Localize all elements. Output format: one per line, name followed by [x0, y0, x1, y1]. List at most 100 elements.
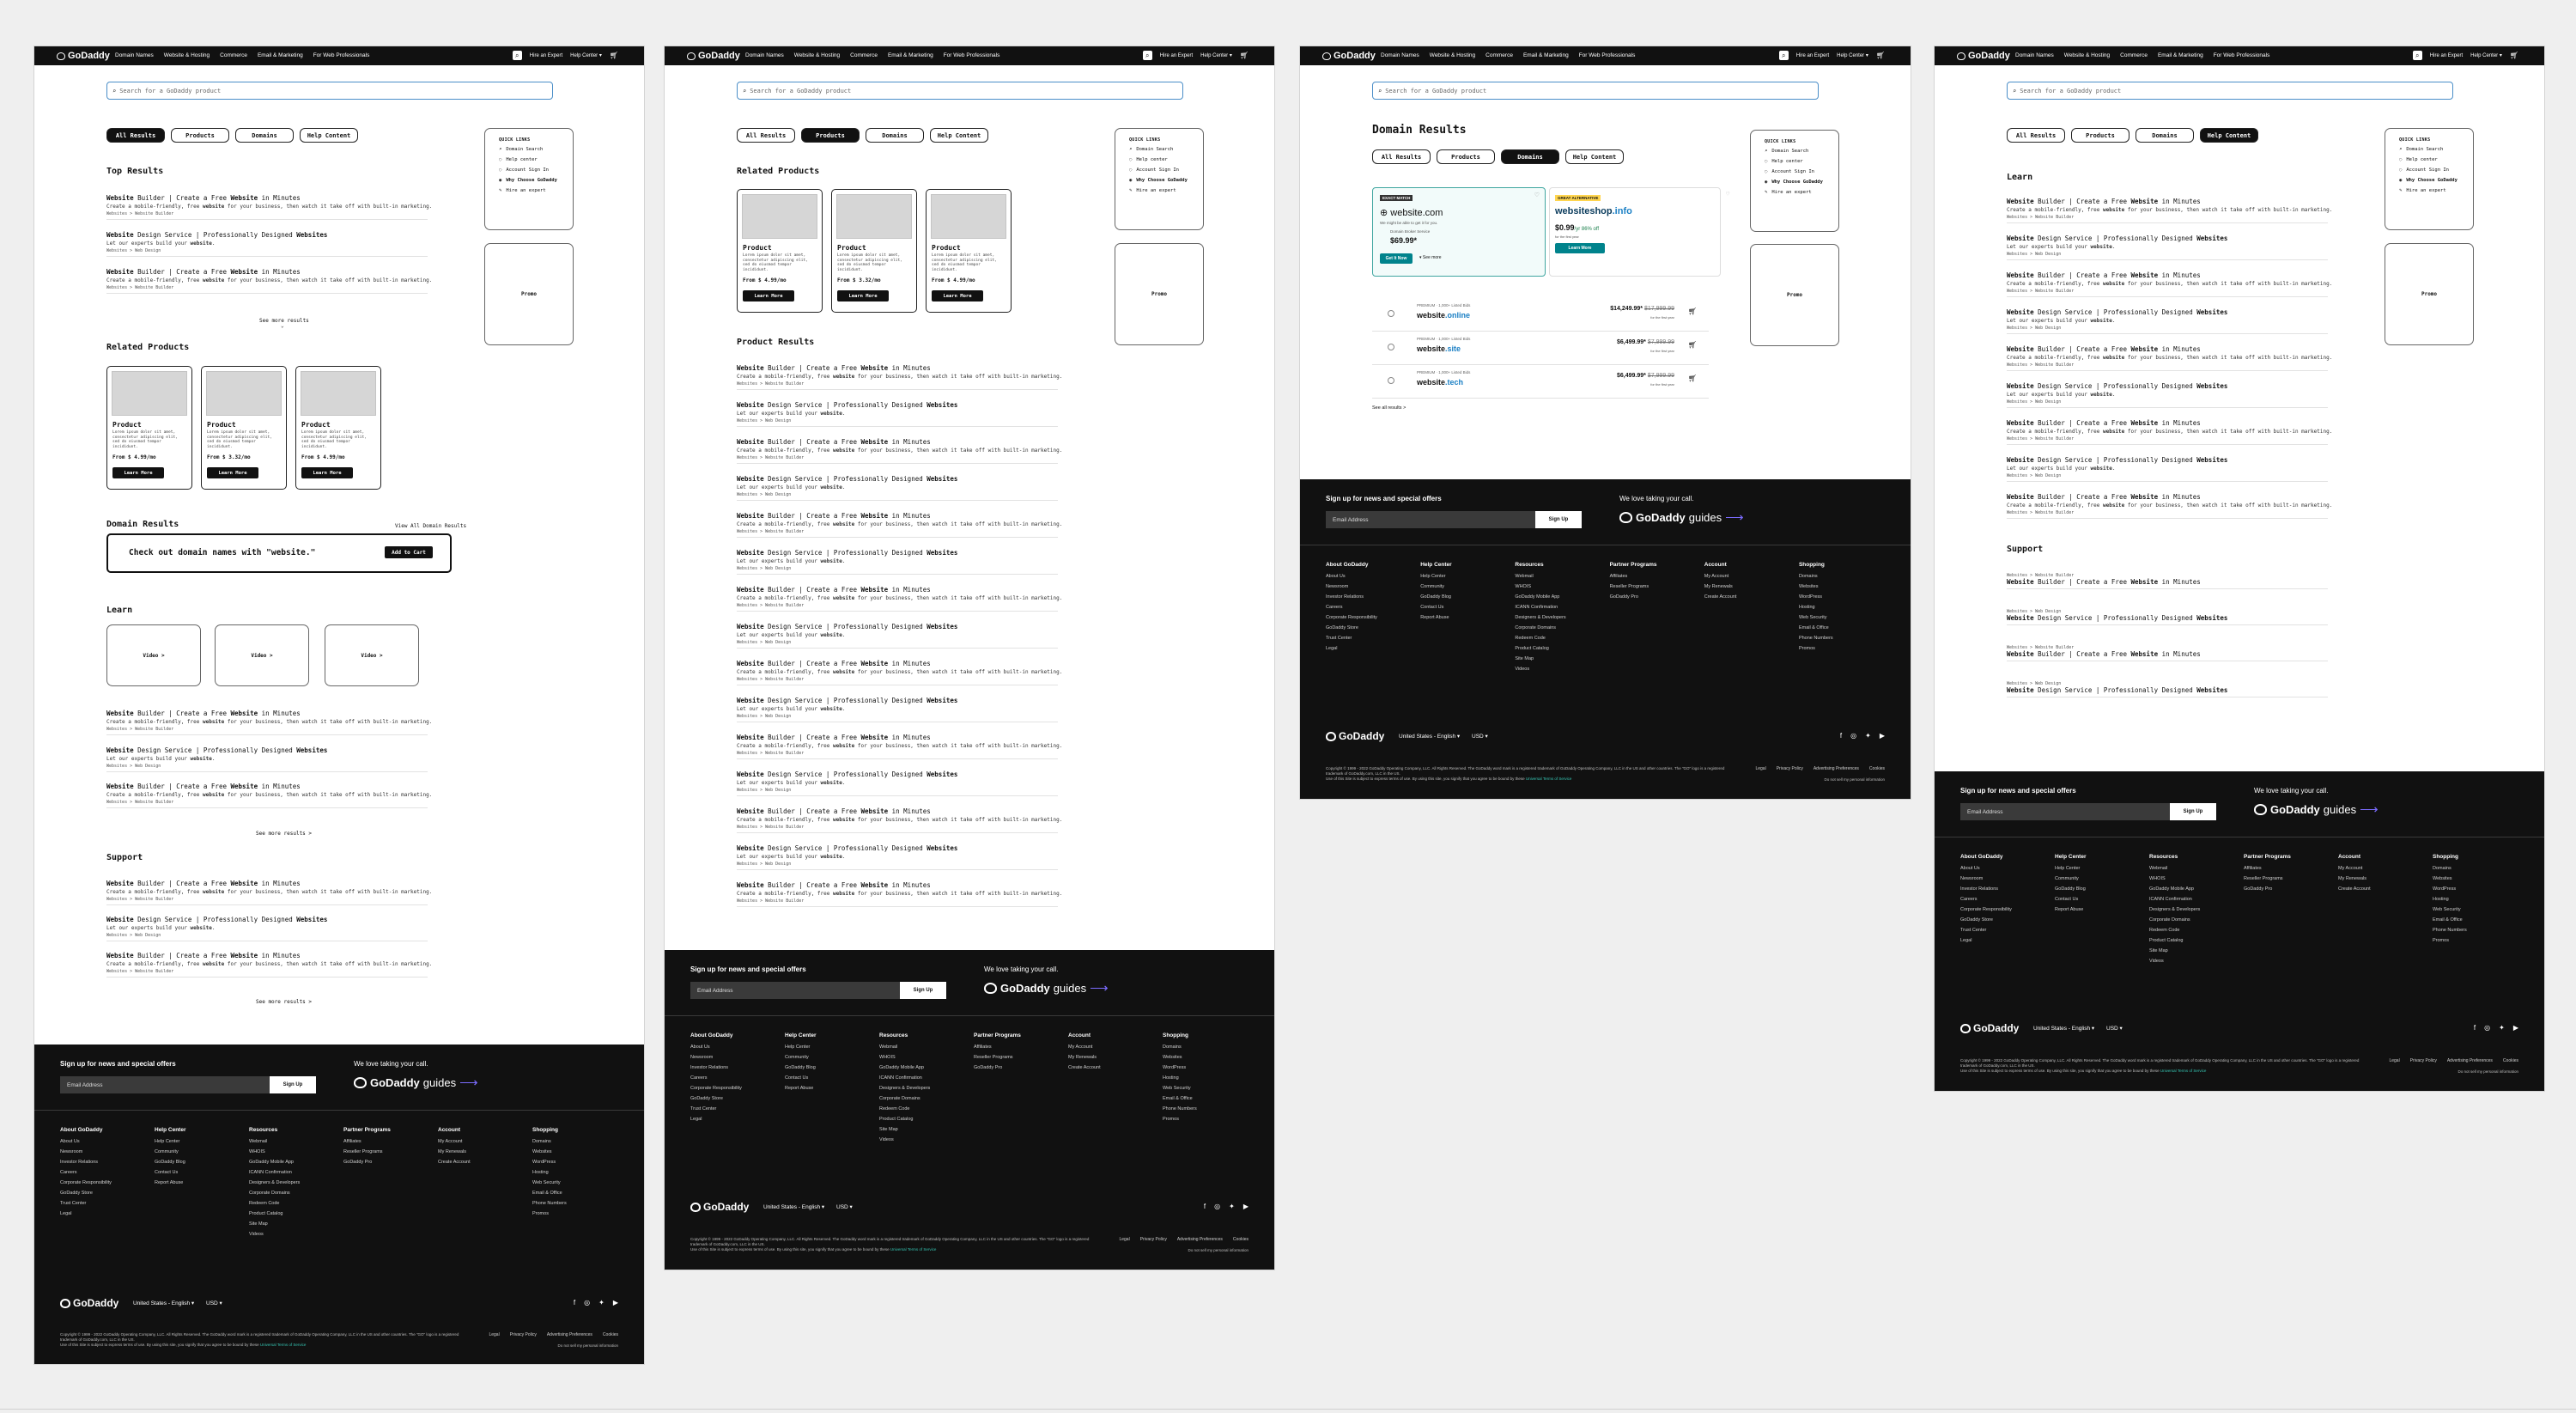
terms-link[interactable]: Universal Terms of Service: [2160, 1069, 2206, 1073]
email-field[interactable]: Email Address: [1960, 803, 2170, 820]
godaddy-logo[interactable]: GoDaddy: [1326, 730, 1384, 742]
result-item[interactable]: Website Builder | Create a Free Website …: [106, 783, 432, 808]
see-all-results-link[interactable]: See all results >: [1372, 405, 1406, 411]
nav-email-marketing[interactable]: Email & Marketing: [1523, 52, 1569, 58]
terms-link[interactable]: Universal Terms of Service: [1526, 777, 1571, 781]
result-item[interactable]: Website Builder | Create a Free Website …: [2007, 271, 2332, 297]
nav-help-center[interactable]: Help Center ▾: [570, 52, 602, 58]
video-card[interactable]: Video >: [325, 624, 419, 686]
search-icon[interactable]: ⌕: [512, 51, 522, 60]
result-item[interactable]: Website Builder | Create a Free Website …: [737, 807, 1062, 833]
result-item[interactable]: Website Builder | Create a Free Website …: [106, 268, 432, 294]
tab-products[interactable]: Products: [1437, 149, 1495, 164]
select-radio[interactable]: [1388, 310, 1394, 317]
quick-link-why-godaddy[interactable]: ◉ Why Choose GoDaddy: [1129, 178, 1203, 183]
nav-commerce[interactable]: Commerce: [1485, 52, 1513, 58]
result-item[interactable]: Website Design Service | Professionally …: [737, 623, 1058, 649]
nav-website-hosting[interactable]: Website & Hosting: [164, 52, 210, 58]
result-item[interactable]: Website Design Service | Professionally …: [737, 697, 1058, 722]
result-item[interactable]: Websites > Web Design Website Design Serv…: [2007, 607, 2328, 625]
select-radio[interactable]: [1388, 377, 1394, 384]
godaddy-logo[interactable]: GoDaddy: [690, 1201, 749, 1213]
quick-link-domain-search[interactable]: ⌕ Domain Search: [499, 147, 573, 152]
godaddy-guides-link[interactable]: GoDaddy guides ⟶: [2254, 801, 2379, 817]
youtube-icon[interactable]: ▶: [1880, 732, 1885, 740]
learn-more-button[interactable]: Learn More: [1555, 243, 1605, 253]
privacy-link[interactable]: Privacy Policy: [510, 1332, 537, 1337]
ad-preferences-link[interactable]: Advertising Preferences: [1177, 1237, 1223, 1242]
godaddy-logo[interactable]: GoDaddy: [1960, 1022, 2019, 1034]
nav-hire-expert[interactable]: Hire an Expert: [2430, 53, 2463, 58]
cart-icon[interactable]: 🛒︎: [2510, 52, 2518, 59]
promo-box[interactable]: Promo: [484, 243, 574, 345]
add-to-cart-icon[interactable]: 🛒︎: [1688, 341, 1697, 349]
twitter-icon[interactable]: ✦: [1865, 732, 1871, 740]
facebook-icon[interactable]: f: [574, 1299, 575, 1306]
youtube-icon[interactable]: ▶: [613, 1299, 618, 1306]
tab-help-content[interactable]: Help Content: [2200, 128, 2258, 143]
cookies-link[interactable]: Cookies: [1869, 766, 1885, 771]
locale-selector[interactable]: United States - English ▾: [763, 1203, 824, 1210]
tab-products[interactable]: Products: [801, 128, 860, 143]
add-to-cart-button[interactable]: Add to Cart: [385, 546, 433, 558]
cookies-link[interactable]: Cookies: [2503, 1058, 2518, 1063]
instagram-icon[interactable]: ◎: [2484, 1024, 2490, 1032]
result-item[interactable]: Website Design Service | Professionally …: [106, 746, 428, 772]
result-item[interactable]: Website Builder | Create a Free Website …: [2007, 419, 2332, 445]
quick-link-sign-in[interactable]: ◌ Account Sign In: [2399, 167, 2473, 173]
twitter-icon[interactable]: ✦: [1229, 1203, 1235, 1210]
nav-web-professionals[interactable]: For Web Professionals: [1579, 52, 1636, 58]
see-more-results-link[interactable]: See more results >: [256, 831, 312, 837]
nav-commerce[interactable]: Commerce: [2120, 52, 2148, 58]
add-to-cart-icon[interactable]: 🛒︎: [1688, 308, 1697, 315]
learn-more-button[interactable]: Learn More: [112, 467, 164, 478]
tab-help-content[interactable]: Help Content: [300, 128, 358, 143]
quick-link-hire-expert[interactable]: ✎ Hire an expert: [2399, 188, 2473, 193]
quick-link-domain-search[interactable]: ⌕ Domain Search: [2399, 147, 2473, 152]
quick-link-domain-search[interactable]: ⌕ Domain Search: [1765, 149, 1838, 154]
currency-selector[interactable]: USD ▾: [2106, 1025, 2123, 1032]
nav-hire-expert[interactable]: Hire an Expert: [530, 53, 562, 58]
legal-link[interactable]: Legal: [2389, 1058, 2399, 1063]
result-item[interactable]: Website Design Service | Professionally …: [737, 549, 1058, 575]
cart-icon[interactable]: 🛒︎: [1240, 52, 1249, 59]
quick-link-help-center[interactable]: ◌ Help center: [2399, 157, 2473, 162]
tab-all-results[interactable]: All Results: [2007, 128, 2065, 143]
domain-row[interactable]: PREMIUM · 1,000+ Listed Bids website.tec…: [1372, 365, 1709, 399]
promo-box[interactable]: Promo: [1115, 243, 1204, 345]
result-item[interactable]: Website Builder | Create a Free Website …: [737, 660, 1062, 685]
privacy-link[interactable]: Privacy Policy: [1777, 766, 1803, 771]
currency-selector[interactable]: USD ▾: [1472, 733, 1488, 740]
result-item[interactable]: Website Builder | Create a Free Website …: [737, 586, 1062, 612]
tab-domains[interactable]: Domains: [1501, 149, 1559, 164]
result-item[interactable]: Website Builder | Create a Free Website …: [106, 710, 432, 735]
see-more-link[interactable]: ▾ See more: [1419, 255, 1442, 260]
search-input[interactable]: ⌕ Search for a GoDaddy product: [737, 82, 1183, 100]
result-item[interactable]: Websites > Website Builder Website Builde…: [2007, 571, 2328, 589]
legal-link[interactable]: Legal: [1119, 1237, 1129, 1242]
quick-link-sign-in[interactable]: ◌ Account Sign In: [499, 167, 573, 173]
result-item[interactable]: Website Design Service | Professionally …: [737, 844, 1058, 870]
quick-link-domain-search[interactable]: ⌕ Domain Search: [1129, 147, 1203, 152]
godaddy-logo[interactable]: GoDaddy: [1322, 50, 1376, 62]
search-icon[interactable]: ⌕: [1778, 51, 1789, 60]
instagram-icon[interactable]: ◎: [1850, 732, 1856, 740]
nav-website-hosting[interactable]: Website & Hosting: [2064, 52, 2110, 58]
email-field[interactable]: Email Address: [1326, 511, 1535, 528]
learn-more-button[interactable]: Learn More: [207, 467, 258, 478]
facebook-icon[interactable]: f: [2474, 1024, 2476, 1032]
terms-link[interactable]: Universal Terms of Service: [260, 1343, 306, 1347]
nav-help-center[interactable]: Help Center ▾: [2470, 52, 2502, 58]
result-item[interactable]: Website Design Service | Professionally …: [106, 916, 428, 941]
godaddy-logo[interactable]: GoDaddy: [687, 50, 740, 62]
result-item[interactable]: Website Builder | Create a Free Website …: [737, 512, 1062, 538]
result-item[interactable]: Website Builder | Create a Free Website …: [737, 734, 1062, 759]
nav-email-marketing[interactable]: Email & Marketing: [258, 52, 303, 58]
nav-domain-names[interactable]: Domain Names: [115, 52, 154, 58]
locale-selector[interactable]: United States - English ▾: [2033, 1025, 2094, 1032]
nav-domain-names[interactable]: Domain Names: [1381, 52, 1419, 58]
terms-link[interactable]: Universal Terms of Service: [890, 1247, 936, 1252]
nav-web-professionals[interactable]: For Web Professionals: [2214, 52, 2270, 58]
tab-products[interactable]: Products: [2071, 128, 2129, 143]
quick-link-sign-in[interactable]: ◌ Account Sign In: [1765, 169, 1838, 174]
